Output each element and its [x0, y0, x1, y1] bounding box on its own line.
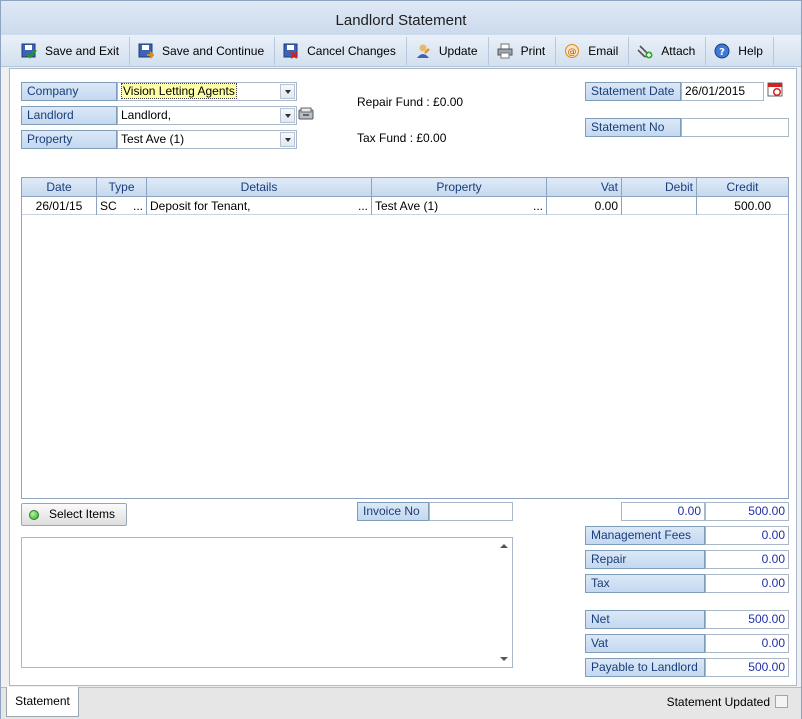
save-and-exit-label: Save and Exit — [45, 43, 120, 58]
repair-fund-text: Repair Fund : £0.00 — [357, 95, 464, 109]
email-icon: @ — [564, 43, 580, 59]
landlord-combo[interactable]: Landlord, — [117, 106, 297, 125]
statement-panel: Company Vision Letting Agents Landlord L… — [9, 68, 797, 686]
chevron-down-icon[interactable] — [280, 132, 295, 147]
col-vat[interactable]: Vat — [547, 178, 622, 196]
svg-text:?: ? — [719, 47, 725, 58]
cell-details-value: Deposit for Tenant, — [150, 199, 251, 213]
cell-type-ellipsis[interactable]: ... — [133, 197, 143, 215]
payable-to-landlord-value: 500.00 — [705, 658, 789, 677]
landlord-statement-window: Landlord Statement Save and Exit Save an… — [0, 0, 802, 719]
transactions-grid[interactable]: Date Type Details Property Vat Debit Cre… — [21, 177, 789, 499]
update-label: Update — [438, 43, 478, 58]
green-status-icon — [29, 510, 39, 520]
col-details[interactable]: Details — [147, 178, 372, 196]
vat-label: Vat — [585, 634, 705, 653]
invoice-no-label: Invoice No — [357, 502, 429, 521]
print-label: Print — [520, 43, 546, 58]
company-value: Vision Letting Agents — [121, 83, 237, 99]
tax-label: Tax — [585, 574, 705, 593]
cell-credit: 500.00 — [734, 199, 771, 213]
attach-label: Attach — [661, 43, 696, 58]
cell-property-value: Test Ave (1) — [375, 199, 439, 213]
payable-to-landlord-label: Payable to Landlord — [585, 658, 705, 677]
cell-vat: 0.00 — [547, 197, 622, 215]
cell-details-ellipsis[interactable]: ... — [358, 197, 368, 215]
save-and-continue-button[interactable]: Save and Continue — [130, 36, 276, 65]
statement-date-label: Statement Date — [585, 82, 681, 101]
property-combo[interactable]: Test Ave (1) — [117, 130, 297, 149]
property-value: Test Ave (1) — [121, 132, 185, 146]
printer-icon — [497, 43, 513, 59]
chevron-down-icon[interactable] — [280, 84, 295, 99]
management-fees-value: 0.00 — [705, 526, 789, 545]
attach-button[interactable]: Attach — [629, 36, 707, 65]
credit-total: 500.00 — [705, 502, 789, 521]
select-items-label: Select Items — [49, 507, 116, 521]
invoice-no-field[interactable] — [429, 502, 513, 521]
cell-debit — [622, 197, 697, 215]
bottom-bar: Statement Statement Updated — [1, 687, 801, 719]
company-combo[interactable]: Vision Letting Agents — [117, 82, 297, 101]
col-date[interactable]: Date — [22, 178, 97, 196]
help-label: Help — [738, 43, 763, 58]
tax-fund-text: Tax Fund : £0.00 — [357, 131, 447, 145]
repair-label: Repair — [585, 550, 705, 569]
chevron-down-icon[interactable] — [280, 108, 295, 123]
col-type[interactable]: Type — [97, 178, 147, 196]
landlord-value: Landlord, — [121, 108, 172, 122]
update-icon — [415, 43, 431, 59]
email-button[interactable]: @ Email — [556, 36, 630, 65]
grid-header: Date Type Details Property Vat Debit Cre… — [22, 178, 788, 197]
svg-text:@: @ — [568, 47, 577, 57]
scroll-up-icon[interactable] — [500, 544, 508, 548]
cell-type: SC ... — [97, 197, 147, 215]
tab-statement[interactable]: Statement — [6, 687, 79, 717]
select-items-button[interactable]: Select Items — [21, 503, 127, 526]
col-credit[interactable]: Credit — [697, 178, 788, 196]
tax-value: 0.00 — [705, 574, 789, 593]
management-fees-label: Management Fees — [585, 526, 705, 545]
window-title: Landlord Statement — [1, 1, 801, 35]
cancel-changes-label: Cancel Changes — [307, 43, 396, 58]
help-button[interactable]: ? Help — [706, 36, 774, 65]
cancel-changes-button[interactable]: Cancel Changes — [275, 36, 407, 65]
scroll-down-icon[interactable] — [500, 657, 508, 661]
update-button[interactable]: Update — [407, 36, 489, 65]
save-and-exit-button[interactable]: Save and Exit — [13, 36, 131, 65]
calendar-icon[interactable] — [767, 81, 783, 97]
net-label: Net — [585, 610, 705, 629]
cancel-changes-icon — [283, 43, 299, 59]
cell-type-value: SC — [100, 199, 117, 213]
col-property[interactable]: Property — [372, 178, 547, 196]
print-button[interactable]: Print — [489, 36, 557, 65]
repair-value: 0.00 — [705, 550, 789, 569]
help-icon: ? — [714, 43, 730, 59]
statement-updated-checkbox[interactable] — [775, 695, 788, 708]
paperclip-icon — [637, 43, 653, 59]
cell-property: Test Ave (1) ... — [372, 197, 547, 215]
col-debit[interactable]: Debit — [622, 178, 697, 196]
save-continue-icon — [138, 43, 155, 59]
save-exit-icon — [21, 43, 37, 59]
debit-total: 0.00 — [621, 502, 705, 521]
cell-details: Deposit for Tenant, ... — [147, 197, 372, 215]
table-row[interactable]: 26/01/15 SC ... Deposit for Tenant, ... … — [22, 197, 788, 215]
cell-property-ellipsis[interactable]: ... — [533, 197, 543, 215]
landlord-label: Landlord — [21, 106, 117, 125]
statement-no-field[interactable] — [681, 118, 789, 137]
landlord-lookup-icon[interactable] — [298, 106, 314, 122]
statement-updated-label: Statement Updated — [666, 695, 770, 709]
cell-date: 26/01/15 — [22, 197, 97, 215]
save-and-continue-label: Save and Continue — [162, 43, 265, 58]
net-value: 500.00 — [705, 610, 789, 629]
toolbar: Save and Exit Save and Continue Cancel C… — [1, 35, 801, 67]
property-label: Property — [21, 130, 117, 149]
company-label: Company — [21, 82, 117, 101]
statement-no-label: Statement No — [585, 118, 681, 137]
email-label: Email — [588, 43, 619, 58]
notes-textarea[interactable] — [21, 537, 513, 668]
statement-date-field[interactable]: 26/01/2015 — [681, 82, 764, 101]
vat-value: 0.00 — [705, 634, 789, 653]
